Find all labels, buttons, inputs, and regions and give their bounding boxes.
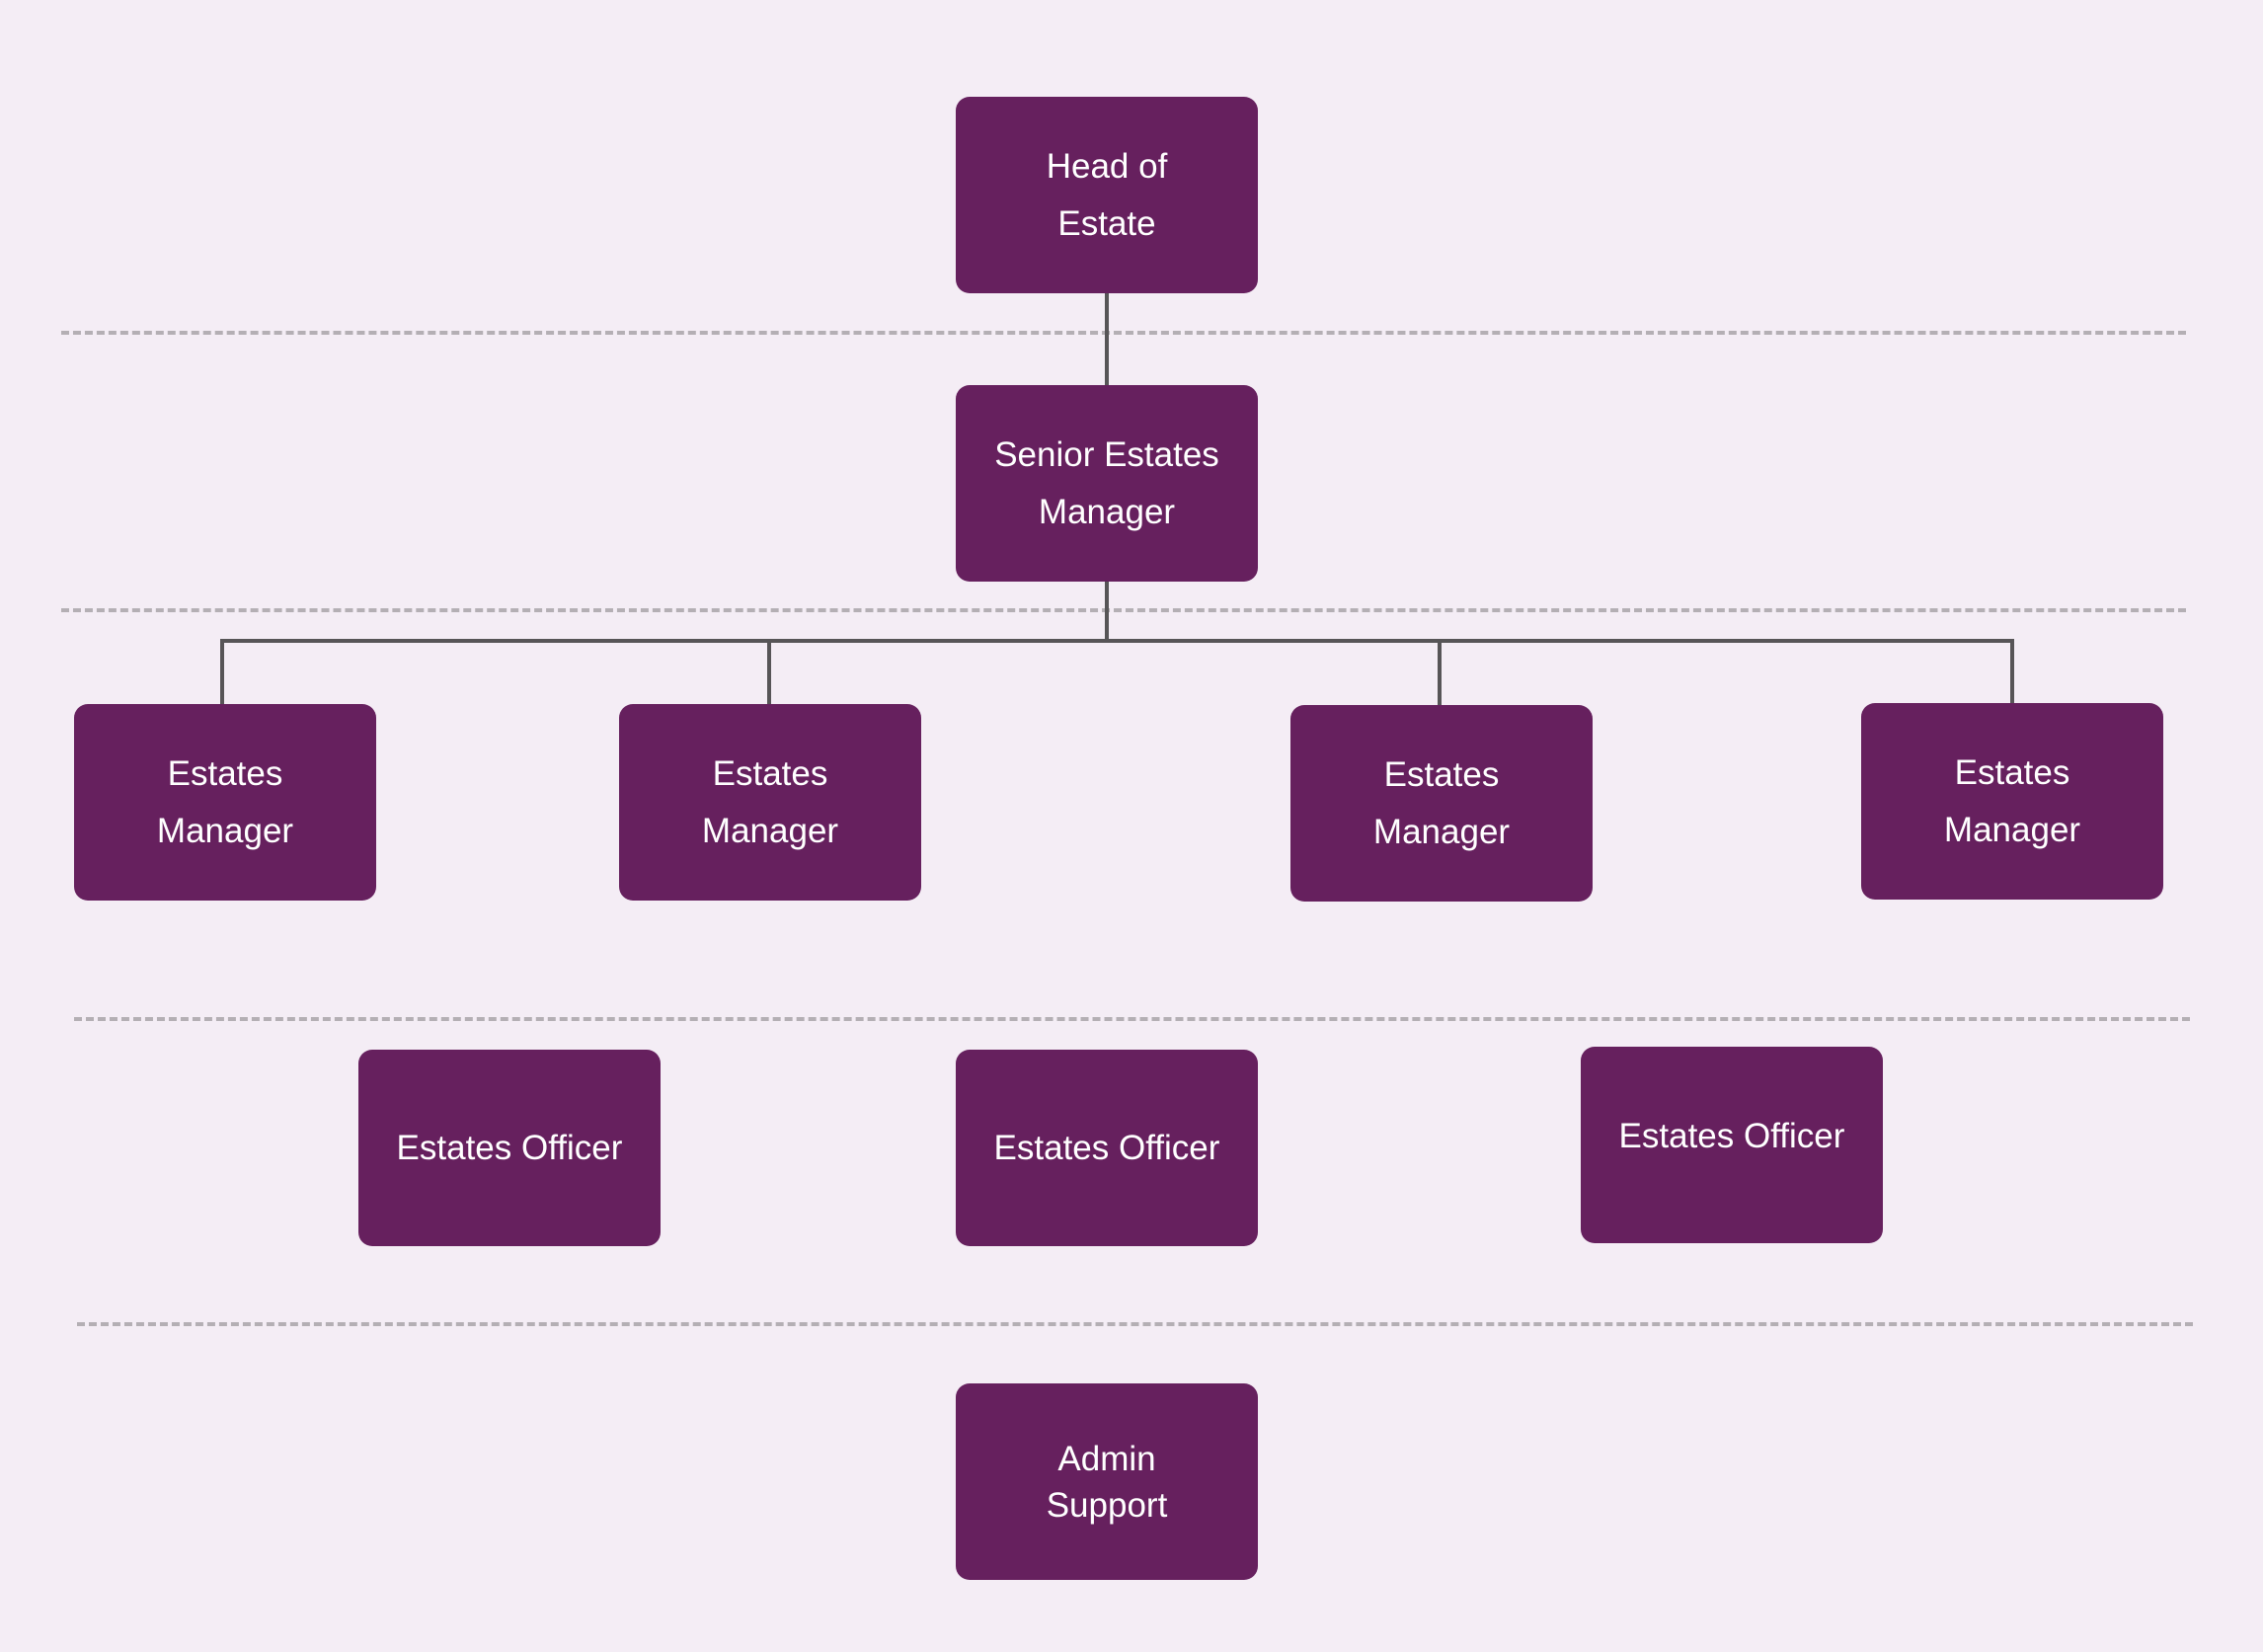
node-label-line: Estates [1954, 752, 2070, 792]
node-label-line: Manager [701, 811, 839, 850]
tier-divider-3 [74, 1017, 2190, 1021]
node-label-line: Manager [1943, 810, 2081, 849]
node-label-line: Estates [167, 753, 283, 793]
node-estates-manager-1[interactable]: Estates Manager [74, 704, 376, 901]
node-estates-officer-1[interactable]: Estates Officer [358, 1050, 661, 1246]
node-label-line: Admin [1057, 1439, 1156, 1478]
node-label-line: Manager [1038, 492, 1176, 531]
connector-to-manager-4 [2010, 639, 2014, 704]
connector-to-manager-2 [767, 639, 771, 704]
node-head-of-estate[interactable]: Head of Estate [956, 97, 1258, 293]
tier-divider-4 [77, 1322, 2193, 1326]
node-label-line: Estates Officer [993, 1128, 1220, 1167]
node-label-line: Estates Officer [396, 1128, 623, 1167]
node-label-line: Support [1046, 1485, 1168, 1525]
tier-divider-2 [61, 608, 2186, 612]
node-label-line: Estates [712, 753, 828, 793]
node-label-line: Head of [1046, 146, 1168, 186]
node-estates-manager-4[interactable]: Estates Manager [1861, 703, 2163, 900]
node-label-line: Senior Estates [994, 434, 1219, 474]
node-estates-manager-3[interactable]: Estates Manager [1290, 705, 1593, 902]
connector-senior-down [1105, 582, 1109, 643]
node-senior-estates-manager[interactable]: Senior Estates Manager [956, 385, 1258, 582]
tier-divider-1 [61, 331, 2186, 335]
node-estates-officer-2[interactable]: Estates Officer [956, 1050, 1258, 1246]
node-label-line: Estate [1057, 203, 1156, 243]
node-label-line: Estates Officer [1618, 1117, 1845, 1155]
node-estates-officer-3[interactable]: Estates Officer [1581, 1047, 1883, 1243]
node-label-line: Manager [1372, 812, 1511, 851]
node-estates-manager-2[interactable]: Estates Manager [619, 704, 921, 901]
node-label-line: Manager [156, 811, 294, 850]
connector-to-manager-3 [1438, 639, 1442, 705]
connector-manager-bus [220, 639, 2014, 643]
connector-to-manager-1 [220, 639, 224, 704]
connector-head-to-senior [1105, 293, 1109, 385]
node-label-line: Estates [1383, 754, 1500, 794]
node-admin-support[interactable]: Admin Support [956, 1383, 1258, 1580]
